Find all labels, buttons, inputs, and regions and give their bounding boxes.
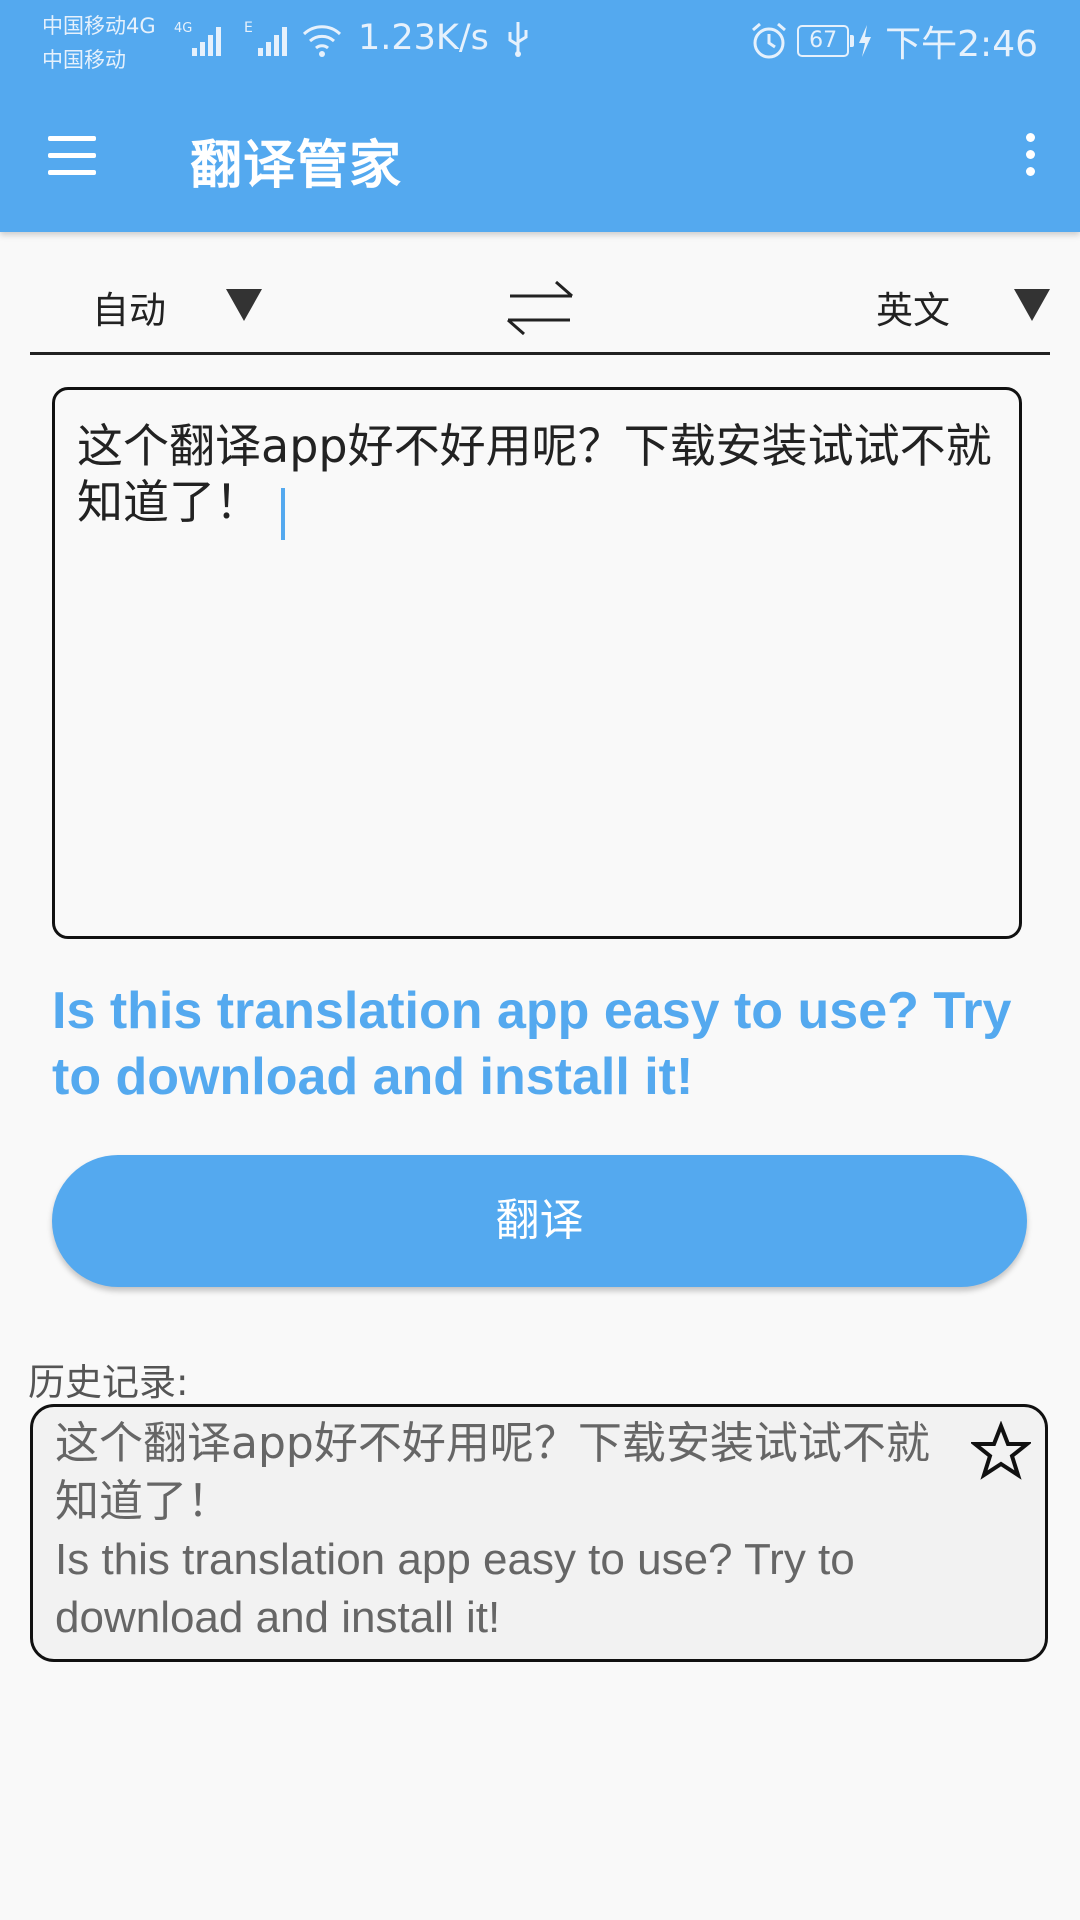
history-item[interactable]: 这个翻译app好不好用呢？下载安装试试不就知道了！ Is this transl…	[30, 1404, 1048, 1662]
target-language[interactable]: 英文	[876, 280, 950, 334]
text-cursor	[281, 487, 285, 540]
history-source-text: 这个翻译app好不好用呢？下载安装试试不就知道了！	[55, 1418, 930, 1527]
history-translation-text: Is this translation app easy to use? Try…	[55, 1535, 855, 1642]
signal-e-icon: E	[244, 20, 287, 56]
charging-icon	[859, 25, 872, 57]
hamburger-menu-icon[interactable]	[36, 130, 108, 182]
app-bar: 中国移动4G 中国移动 4G E 1.23K/s 67 下午2:46 翻译管家	[0, 0, 1080, 232]
carrier-secondary: 中国移动	[42, 48, 126, 72]
target-dropdown-icon[interactable]	[1014, 289, 1050, 321]
history-label: 历史记录:	[28, 1361, 189, 1404]
star-outline-icon[interactable]	[971, 1421, 1031, 1481]
app-title: 翻译管家	[190, 136, 403, 196]
signal-4g-icon: 4G	[174, 21, 221, 56]
source-text-input[interactable]: 这个翻译app好不好用呢？下载安装试试不就知道了！	[52, 387, 1022, 939]
carrier-primary: 中国移动4G	[42, 14, 156, 38]
input-text[interactable]: 这个翻译app好不好用呢？下载安装试试不就知道了！	[77, 419, 992, 529]
translation-result: Is this translation app easy to use? Try…	[52, 982, 1012, 1106]
battery-icon: 67	[797, 25, 855, 57]
svg-text:4G: 4G	[174, 21, 192, 36]
status-right: 67 下午2:46	[749, 16, 1038, 66]
clock: 下午2:46	[885, 24, 1038, 65]
usb-icon	[508, 22, 528, 57]
source-language[interactable]: 自动	[92, 280, 166, 334]
swap-arrows-icon[interactable]	[500, 274, 580, 344]
source-dropdown-icon[interactable]	[226, 289, 262, 321]
wifi-icon	[302, 25, 342, 57]
alarm-icon	[752, 22, 787, 59]
translate-button[interactable]: 翻译	[52, 1155, 1027, 1287]
language-selector-row: 自动 英文	[30, 262, 1050, 355]
more-vert-icon[interactable]	[1000, 125, 1060, 185]
network-speed: 1.23K/s	[358, 18, 489, 58]
svg-text:E: E	[244, 20, 253, 36]
